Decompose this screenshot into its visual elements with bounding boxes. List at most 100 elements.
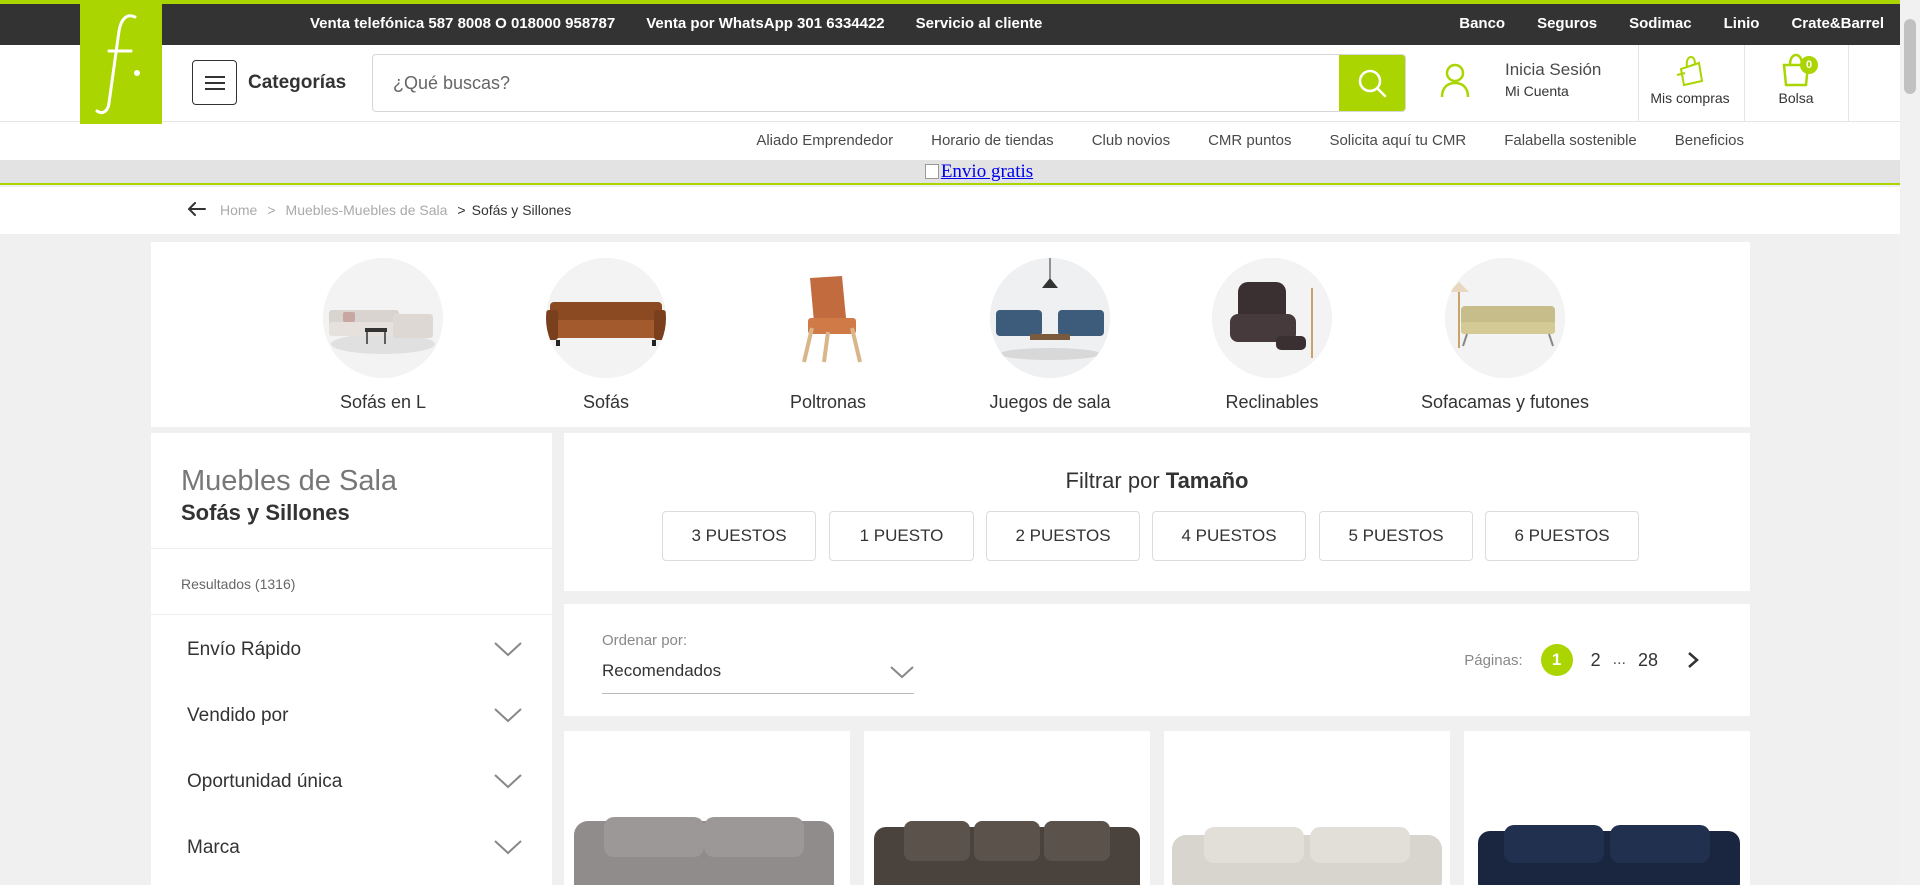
breadcrumb-parent[interactable]: Muebles-Muebles de Sala bbox=[286, 202, 448, 218]
category-image bbox=[990, 258, 1110, 378]
phone-sales-link[interactable]: Venta telefónica 587 8008 O 018000 95878… bbox=[310, 15, 615, 32]
header-divider bbox=[1638, 45, 1639, 121]
size-filter-name: Tamaño bbox=[1165, 468, 1249, 493]
falabella-f-logo-icon bbox=[95, 14, 140, 115]
back-arrow-icon[interactable] bbox=[187, 199, 206, 222]
categories-menu-button[interactable] bbox=[192, 60, 237, 105]
subnav-item-solicita-cmr[interactable]: Solicita aquí tu CMR bbox=[1329, 132, 1466, 149]
search-icon bbox=[1358, 69, 1387, 98]
search-button[interactable] bbox=[1339, 55, 1405, 111]
size-filter-prefix: Filtrar por bbox=[1065, 468, 1160, 493]
category-label: Sofás en L bbox=[339, 392, 427, 412]
pagination-label: Páginas: bbox=[1464, 651, 1523, 669]
category-label: Juegos de sala bbox=[989, 392, 1111, 412]
categories-label[interactable]: Categorías bbox=[248, 72, 346, 94]
category-image bbox=[323, 258, 443, 378]
breadcrumb-home[interactable]: Home bbox=[220, 202, 257, 218]
facet-envio-rapido[interactable]: Envío Rápido bbox=[187, 639, 522, 661]
hamburger-icon bbox=[204, 75, 225, 90]
chevron-down-icon bbox=[494, 840, 522, 855]
page-subtitle: Sofás y Sillones bbox=[181, 500, 350, 525]
chevron-down-icon bbox=[494, 642, 522, 657]
page-last-button[interactable]: 28 bbox=[1638, 650, 1658, 671]
shopping-bag-icon bbox=[1676, 55, 1704, 87]
header-divider bbox=[1744, 45, 1745, 121]
facet-marca[interactable]: Marca bbox=[187, 837, 522, 859]
header-divider bbox=[1848, 45, 1849, 121]
sort-dropdown[interactable]: Recomendados bbox=[602, 656, 914, 694]
results-count: Resultados (1316) bbox=[181, 576, 296, 592]
customer-service-link[interactable]: Servicio al cliente bbox=[916, 15, 1043, 32]
partner-link-sodimac[interactable]: Sodimac bbox=[1629, 15, 1692, 32]
category-reclinables[interactable]: Reclinables bbox=[1172, 258, 1372, 413]
product-card[interactable] bbox=[564, 731, 850, 885]
product-card[interactable] bbox=[864, 731, 1150, 885]
chevron-down-icon bbox=[494, 708, 522, 723]
partner-link-seguros[interactable]: Seguros bbox=[1537, 15, 1597, 32]
sort-selected-value: Recomendados bbox=[602, 661, 722, 680]
product-card[interactable] bbox=[1464, 731, 1750, 885]
sort-label: Ordenar por: bbox=[602, 632, 688, 649]
size-option-1-puesto[interactable]: 1 PUESTO bbox=[829, 511, 974, 561]
category-sofacamas-futones[interactable]: Sofacamas y futones bbox=[1405, 258, 1605, 413]
divider bbox=[151, 614, 552, 615]
facet-oportunidad-unica[interactable]: Oportunidad única bbox=[187, 771, 522, 793]
page-2-button[interactable]: 2 bbox=[1591, 650, 1601, 671]
pagination-ellipsis: ... bbox=[1612, 651, 1626, 668]
category-label: Poltronas bbox=[789, 392, 867, 412]
filter-panel: Muebles de Sala Sofás y Sillones Resulta… bbox=[151, 433, 552, 885]
top-bar-contact-links: Venta telefónica 587 8008 O 018000 95878… bbox=[310, 15, 1042, 32]
subnav-item-sostenible[interactable]: Falabella sostenible bbox=[1504, 132, 1637, 149]
size-option-5-puestos[interactable]: 5 PUESTOS bbox=[1319, 511, 1473, 561]
subnav-item-beneficios[interactable]: Beneficios bbox=[1675, 132, 1744, 149]
size-option-4-puestos[interactable]: 4 PUESTOS bbox=[1152, 511, 1306, 561]
breadcrumb-separator: > bbox=[267, 202, 276, 218]
product-image bbox=[1478, 825, 1740, 885]
bag-count-badge: 0 bbox=[1800, 56, 1818, 74]
size-option-6-puestos[interactable]: 6 PUESTOS bbox=[1485, 511, 1639, 561]
broken-image-icon bbox=[924, 164, 939, 179]
subnav-item-cmr-puntos[interactable]: CMR puntos bbox=[1208, 132, 1291, 149]
product-image bbox=[874, 821, 1140, 885]
subnav-item-club-novios[interactable]: Club novios bbox=[1092, 132, 1170, 149]
category-carousel: Sofás en L Sofás Poltronas Juegos de sal… bbox=[151, 242, 1750, 427]
scrollbar-thumb[interactable] bbox=[1904, 19, 1916, 94]
partner-link-cratebarrel[interactable]: Crate&Barrel bbox=[1791, 15, 1884, 32]
whatsapp-sales-link[interactable]: Venta por WhatsApp 301 6334422 bbox=[646, 15, 884, 32]
bag-label: Bolsa bbox=[1778, 90, 1814, 106]
free-shipping-link[interactable]: Envio gratis bbox=[924, 161, 1033, 182]
category-sofas-en-l[interactable]: Sofás en L bbox=[283, 258, 483, 413]
category-juegos-de-sala[interactable]: Juegos de sala bbox=[950, 258, 1150, 413]
size-option-2-puestos[interactable]: 2 PUESTOS bbox=[986, 511, 1140, 561]
login-subtitle: Mi Cuenta bbox=[1505, 83, 1569, 99]
product-card[interactable] bbox=[1164, 731, 1450, 885]
my-purchases-link[interactable]: Mis compras bbox=[1640, 53, 1740, 106]
shopping-bag-button[interactable]: 0 Bolsa bbox=[1750, 53, 1842, 106]
subnav-item-aliado[interactable]: Aliado Emprendedor bbox=[756, 132, 893, 149]
facet-label: Envío Rápido bbox=[187, 639, 302, 660]
chevron-down-icon bbox=[890, 666, 914, 679]
size-filter: Filtrar por Tamaño 3 PUESTOS 1 PUESTO 2 … bbox=[564, 433, 1750, 591]
facet-label: Oportunidad única bbox=[187, 771, 343, 792]
my-purchases-label: Mis compras bbox=[1650, 90, 1730, 106]
subnav-item-horario[interactable]: Horario de tiendas bbox=[931, 132, 1054, 149]
category-image bbox=[1445, 258, 1565, 378]
category-poltronas[interactable]: Poltronas bbox=[728, 258, 928, 413]
size-filter-heading: Filtrar por Tamaño bbox=[564, 468, 1750, 494]
size-option-3-puestos[interactable]: 3 PUESTOS bbox=[662, 511, 816, 561]
top-bar-partner-links: Banco Seguros Sodimac Linio Crate&Barrel bbox=[1459, 15, 1884, 32]
search-input[interactable] bbox=[373, 55, 1339, 111]
page-1-button[interactable]: 1 bbox=[1540, 644, 1573, 676]
chevron-right-icon[interactable] bbox=[1686, 651, 1700, 669]
partner-link-linio[interactable]: Linio bbox=[1724, 15, 1760, 32]
login-account-link[interactable]: Inicia Sesión Mi Cuenta bbox=[1505, 60, 1601, 99]
breadcrumb-current: Sofás y Sillones bbox=[471, 202, 572, 218]
category-sofas[interactable]: Sofás bbox=[506, 258, 706, 413]
partner-link-banco[interactable]: Banco bbox=[1459, 15, 1505, 32]
breadcrumb-separator: > bbox=[457, 202, 466, 218]
facet-vendido-por[interactable]: Vendido por bbox=[187, 705, 522, 727]
user-icon[interactable] bbox=[1440, 63, 1470, 104]
sort-bar: Ordenar por: Recomendados Páginas: 1 2 .… bbox=[564, 604, 1750, 716]
page-scrollbar[interactable] bbox=[1900, 0, 1920, 885]
falabella-logo[interactable] bbox=[80, 0, 162, 124]
